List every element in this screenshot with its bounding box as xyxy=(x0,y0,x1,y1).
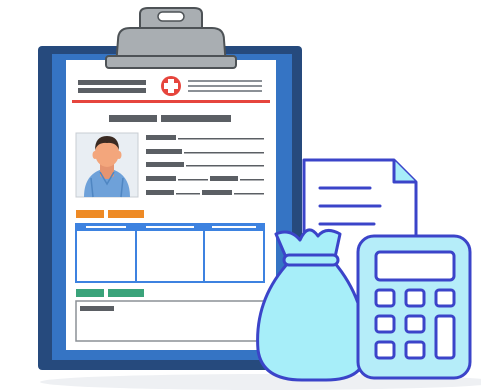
calculator-display xyxy=(374,250,456,282)
notes-box xyxy=(75,300,265,342)
calculator-keys xyxy=(374,288,456,360)
medical-bill-illustration xyxy=(0,0,481,390)
section-tag xyxy=(108,289,144,297)
clip-icon xyxy=(105,7,237,69)
patient-avatar-icon xyxy=(75,132,139,198)
calculator-icon xyxy=(356,234,472,380)
form-title-bar xyxy=(161,115,231,122)
section-tag xyxy=(76,210,104,218)
section-tag xyxy=(108,210,144,218)
header-divider xyxy=(72,100,270,103)
form-title-bar xyxy=(109,115,157,122)
form-table xyxy=(75,223,265,283)
illustration-canvas xyxy=(38,7,481,390)
section-tag xyxy=(76,289,104,297)
medical-cross-icon xyxy=(161,76,181,96)
